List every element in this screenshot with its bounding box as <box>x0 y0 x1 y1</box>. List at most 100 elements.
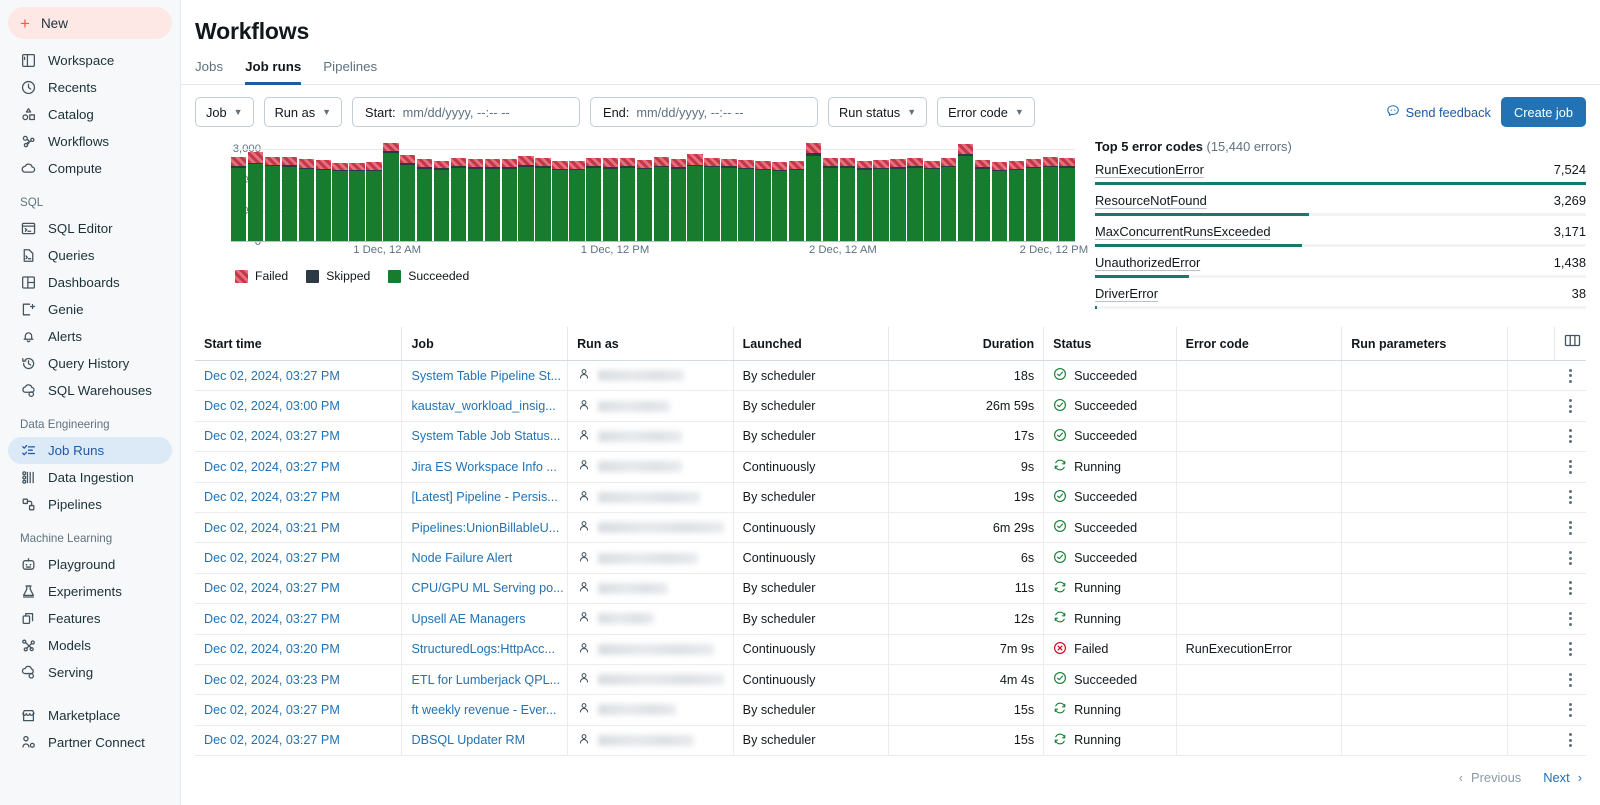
chart-bar[interactable] <box>603 137 618 242</box>
table-row[interactable]: Dec 02, 2024, 03:00 PMkaustav_workload_i… <box>195 391 1586 421</box>
chart-bar[interactable] <box>806 137 821 242</box>
chart-bar[interactable] <box>975 137 990 242</box>
sidebar-item-data-ingestion[interactable]: Data Ingestion <box>8 464 172 491</box>
job-name-link[interactable]: System Table Pipeline St... <box>411 369 561 383</box>
table-row[interactable]: Dec 02, 2024, 03:27 PMCPU/GPU ML Serving… <box>195 573 1586 603</box>
start-time-link[interactable]: Dec 02, 2024, 03:27 PM <box>204 703 340 717</box>
column-header-run-parameters[interactable]: Run parameters <box>1342 327 1508 361</box>
chart-bar[interactable] <box>840 137 855 242</box>
start-time-link[interactable]: Dec 02, 2024, 03:27 PM <box>204 551 340 565</box>
chart-bar[interactable] <box>907 137 922 242</box>
error-code-link[interactable]: ResourceNotFound <box>1095 193 1207 208</box>
error-code-filter-dropdown[interactable]: Error code ▼ <box>937 97 1035 127</box>
sidebar-item-playground[interactable]: Playground <box>8 551 172 578</box>
tab-job-runs[interactable]: Job runs <box>245 59 301 85</box>
start-time-link[interactable]: Dec 02, 2024, 03:00 PM <box>204 399 340 413</box>
job-name-link[interactable]: StructuredLogs:HttpAcc... <box>411 642 555 656</box>
job-name-link[interactable]: [Latest] Pipeline - Persis... <box>411 490 557 504</box>
sidebar-item-pipelines[interactable]: Pipelines <box>8 491 172 518</box>
table-row[interactable]: Dec 02, 2024, 03:20 PMStructuredLogs:Htt… <box>195 634 1586 664</box>
table-row[interactable]: Dec 02, 2024, 03:27 PM Upsell AE Managers… <box>195 604 1586 634</box>
sidebar-item-query-history[interactable]: Query History <box>8 350 172 377</box>
chart-bar[interactable] <box>332 137 347 242</box>
sidebar-item-marketplace[interactable]: Marketplace <box>8 702 172 729</box>
job-name-link[interactable]: ETL for Lumberjack QPL... <box>411 673 560 687</box>
chart-bar[interactable] <box>1026 137 1041 242</box>
column-header-job[interactable]: Job <box>402 327 568 361</box>
chart-bar[interactable] <box>1043 137 1058 242</box>
previous-page-button[interactable]: ‹ Previous <box>1459 770 1521 785</box>
row-overflow-menu-icon[interactable] <box>1564 460 1577 474</box>
row-overflow-menu-icon[interactable] <box>1564 551 1577 565</box>
chart-bar[interactable] <box>552 137 567 242</box>
sidebar-item-recents[interactable]: Recents <box>8 74 172 101</box>
job-name-link[interactable]: DBSQL Updater RM <box>411 733 525 747</box>
chart-bar[interactable] <box>451 137 466 242</box>
chart-bar[interactable] <box>383 137 398 242</box>
table-row[interactable]: Dec 02, 2024, 03:27 PMDBSQL Updater RMBy… <box>195 725 1586 755</box>
sidebar-item-queries[interactable]: Queries <box>8 242 172 269</box>
chart-bar[interactable] <box>316 137 331 242</box>
row-overflow-menu-icon[interactable] <box>1564 399 1577 413</box>
column-header-run-as[interactable]: Run as <box>568 327 734 361</box>
chart-bar[interactable] <box>366 137 381 242</box>
job-name-link[interactable]: System Table Job Status... <box>411 429 560 443</box>
chart-bar[interactable] <box>857 137 872 242</box>
job-name-link[interactable]: Node Failure Alert <box>411 551 512 565</box>
job-filter-dropdown[interactable]: Job ▼ <box>195 97 254 127</box>
table-row[interactable]: Dec 02, 2024, 03:27 PMJira ES Workspace … <box>195 452 1586 482</box>
tab-jobs[interactable]: Jobs <box>195 59 223 85</box>
create-job-button[interactable]: Create job <box>1501 97 1586 127</box>
chart-bar[interactable] <box>569 137 584 242</box>
chart-bar[interactable] <box>890 137 905 242</box>
sidebar-item-partner-connect[interactable]: Partner Connect <box>8 729 172 756</box>
start-time-link[interactable]: Dec 02, 2024, 03:27 PM <box>204 612 340 626</box>
chart-bar[interactable] <box>671 137 686 242</box>
column-header-error-code[interactable]: Error code <box>1176 327 1342 361</box>
row-overflow-menu-icon[interactable] <box>1564 521 1577 535</box>
chart-bar[interactable] <box>941 137 956 242</box>
table-row[interactable]: Dec 02, 2024, 03:27 PMSystem Table Job S… <box>195 421 1586 451</box>
chart-bar[interactable] <box>282 137 297 242</box>
run-as-filter-dropdown[interactable]: Run as ▼ <box>264 97 342 127</box>
table-row[interactable]: Dec 02, 2024, 03:23 PMETL for Lumberjack… <box>195 664 1586 694</box>
row-overflow-menu-icon[interactable] <box>1564 581 1577 595</box>
chart-bar[interactable] <box>721 137 736 242</box>
chart-bar[interactable] <box>248 137 263 242</box>
table-row[interactable]: Dec 02, 2024, 03:21 PMPipelines:UnionBil… <box>195 512 1586 542</box>
table-row[interactable]: Dec 02, 2024, 03:27 PM[Latest] Pipeline … <box>195 482 1586 512</box>
sidebar-item-alerts[interactable]: Alerts <box>8 323 172 350</box>
next-page-button[interactable]: Next › <box>1543 770 1582 785</box>
tab-pipelines[interactable]: Pipelines <box>323 59 377 85</box>
chart-bar[interactable] <box>823 137 838 242</box>
job-name-link[interactable]: Upsell AE Managers <box>411 612 525 626</box>
chart-bar[interactable] <box>468 137 483 242</box>
row-overflow-menu-icon[interactable] <box>1564 642 1577 656</box>
chart-bar[interactable] <box>349 137 364 242</box>
sidebar-item-serving[interactable]: Serving <box>8 659 172 686</box>
sidebar-item-workflows[interactable]: Workflows <box>8 128 172 155</box>
start-time-link[interactable]: Dec 02, 2024, 03:27 PM <box>204 581 340 595</box>
sidebar-item-genie[interactable]: Genie <box>8 296 172 323</box>
chart-legend-item[interactable]: Skipped <box>306 269 370 283</box>
chart-bar[interactable] <box>434 137 449 242</box>
chart-bar[interactable] <box>958 137 973 242</box>
table-row[interactable]: Dec 02, 2024, 03:27 PMSystem Table Pipel… <box>195 361 1586 391</box>
table-row[interactable]: Dec 02, 2024, 03:27 PMft weekly revenue … <box>195 695 1586 725</box>
sidebar-item-sql-warehouses[interactable]: SQL Warehouses <box>8 377 172 404</box>
chart-bar[interactable] <box>620 137 635 242</box>
run-status-filter-dropdown[interactable]: Run status ▼ <box>828 97 927 127</box>
chart-bar[interactable] <box>400 137 415 242</box>
column-header-launched[interactable]: Launched <box>733 327 888 361</box>
row-overflow-menu-icon[interactable] <box>1564 733 1577 747</box>
chart-bar[interactable] <box>755 137 770 242</box>
send-feedback-button[interactable]: Send feedback <box>1386 104 1491 121</box>
chart-bar[interactable] <box>738 137 753 242</box>
chart-legend-item[interactable]: Failed <box>235 269 288 283</box>
error-code-link[interactable]: UnauthorizedError <box>1095 255 1200 270</box>
chart-bar[interactable] <box>1059 137 1074 242</box>
table-row[interactable]: Dec 02, 2024, 03:27 PM Node Failure Alert… <box>195 543 1586 573</box>
chart-bar[interactable] <box>586 137 601 242</box>
start-time-link[interactable]: Dec 02, 2024, 03:27 PM <box>204 733 340 747</box>
sidebar-item-features[interactable]: Features <box>8 605 172 632</box>
